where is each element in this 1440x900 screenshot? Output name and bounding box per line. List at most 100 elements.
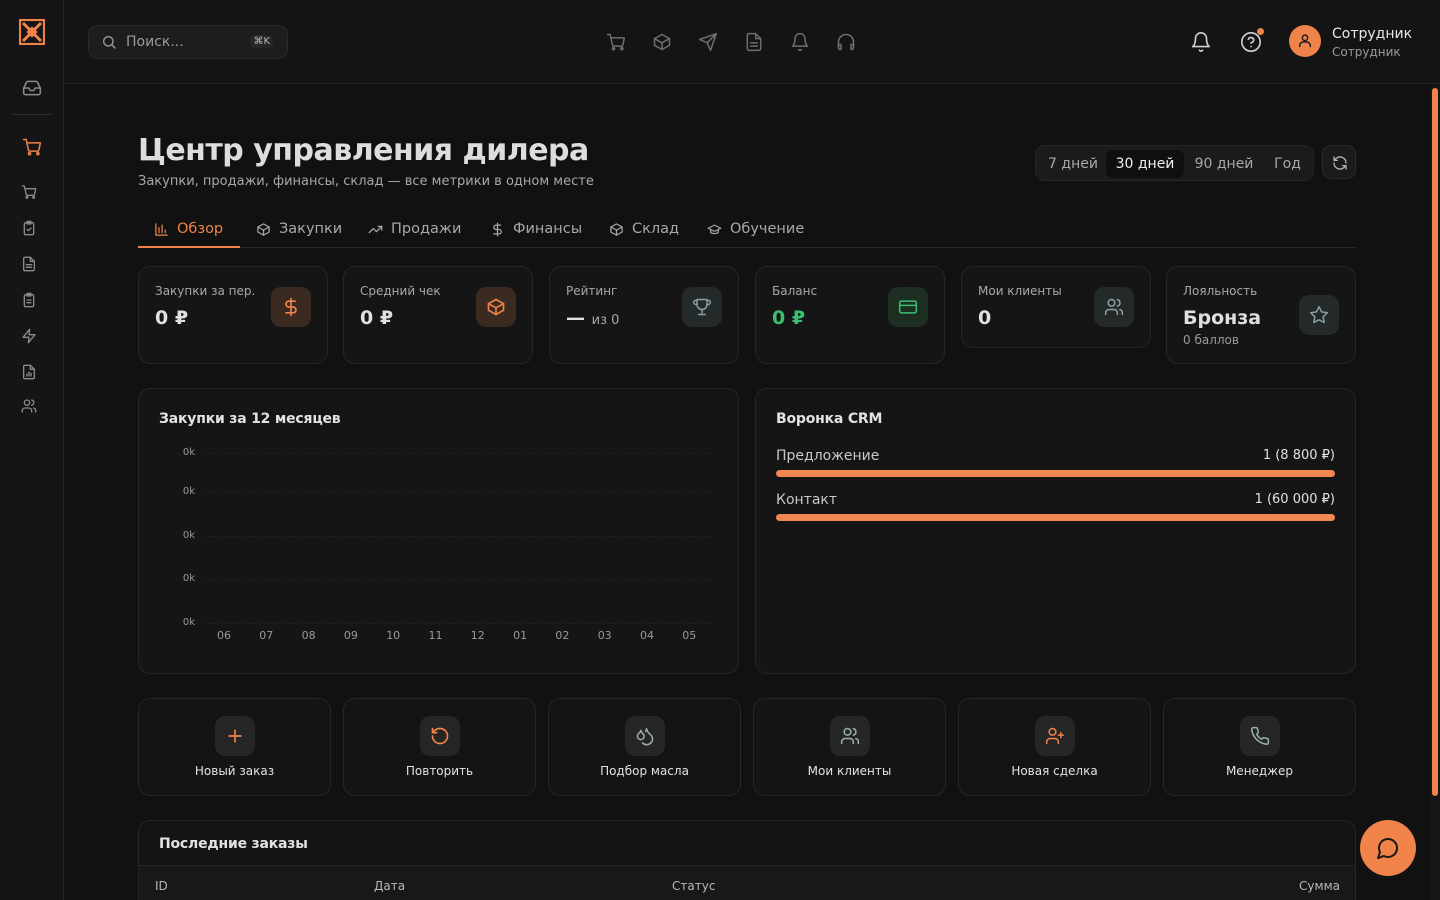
action-new-order[interactable]: Новый заказ bbox=[138, 698, 331, 796]
package-icon[interactable] bbox=[652, 32, 672, 52]
funnel-label: Предложение bbox=[776, 448, 880, 464]
column-header-date[interactable]: Дата bbox=[374, 879, 405, 893]
avatar[interactable] bbox=[1289, 25, 1321, 57]
funnel-bar bbox=[776, 470, 1335, 477]
trophy-icon bbox=[692, 298, 712, 316]
x-tick-label: 06 bbox=[217, 629, 231, 642]
period-7-days[interactable]: 7 дней bbox=[1040, 150, 1106, 178]
action-label: Новая сделка bbox=[1011, 764, 1098, 778]
gridline bbox=[203, 579, 711, 580]
tab-warehouse[interactable]: Склад bbox=[609, 210, 679, 248]
search-placeholder: Поиск... bbox=[126, 34, 184, 50]
x-tick-label: 03 bbox=[597, 629, 612, 642]
stat-value: 0 ₽ bbox=[772, 307, 806, 329]
clipboard-check-icon[interactable] bbox=[21, 220, 37, 236]
stat-icon-box bbox=[476, 287, 516, 327]
period-30-days[interactable]: 30 дней bbox=[1106, 150, 1184, 178]
stat-icon-box bbox=[682, 287, 722, 327]
x-tick-label: 02 bbox=[555, 629, 570, 642]
action-icon-box bbox=[420, 716, 460, 756]
x-tick-label: 10 bbox=[386, 629, 401, 642]
headphones-icon[interactable] bbox=[836, 32, 856, 52]
orders-title: Последние заказы bbox=[159, 836, 308, 852]
stat-card-purchases[interactable]: Закупки за пер... 0 ₽ bbox=[138, 266, 328, 364]
dollar-icon bbox=[285, 297, 297, 317]
stat-card-loyalty[interactable]: Лояльность Бронза 0 баллов bbox=[1166, 266, 1356, 364]
stat-label: Мои клиенты bbox=[978, 284, 1062, 298]
file-chart-icon[interactable] bbox=[21, 364, 37, 380]
users-icon[interactable] bbox=[21, 398, 37, 414]
cart-icon[interactable] bbox=[21, 184, 37, 200]
x-tick-label: 12 bbox=[470, 629, 485, 642]
action-label: Мои клиенты bbox=[807, 764, 892, 778]
action-oil-selection[interactable]: Подбор масла bbox=[548, 698, 741, 796]
stat-value: — из 0 bbox=[566, 307, 619, 329]
period-year[interactable]: Год bbox=[1264, 150, 1311, 178]
gridline bbox=[203, 623, 711, 624]
x-tick-label: 11 bbox=[428, 629, 443, 642]
period-90-days[interactable]: 90 дней bbox=[1186, 150, 1262, 178]
zap-icon[interactable] bbox=[21, 328, 37, 344]
action-label: Новый заказ bbox=[194, 764, 275, 778]
repeat-icon bbox=[431, 727, 449, 745]
cart-icon[interactable] bbox=[22, 137, 42, 157]
graduation-cap-icon bbox=[707, 224, 722, 234]
action-label: Повторить bbox=[405, 764, 474, 778]
stat-icon-box bbox=[888, 287, 928, 327]
trending-up-icon bbox=[368, 225, 383, 233]
chart-title: Закупки за 12 месяцев bbox=[159, 411, 341, 427]
phone-icon bbox=[1251, 726, 1270, 745]
y-tick-label: 0k bbox=[182, 617, 195, 628]
user-icon bbox=[1298, 34, 1312, 48]
user-role: Сотрудник bbox=[1332, 45, 1401, 59]
funnel-value: 1 (8 800 ₽) bbox=[1262, 448, 1335, 463]
stat-card-rating[interactable]: Рейтинг — из 0 bbox=[549, 266, 739, 364]
column-header-status[interactable]: Статус bbox=[672, 879, 715, 893]
refresh-button[interactable] bbox=[1322, 145, 1356, 179]
action-repeat[interactable]: Повторить bbox=[343, 698, 536, 796]
users-icon bbox=[840, 727, 860, 745]
tab-overview[interactable]: Обзор bbox=[154, 210, 223, 248]
tab-training[interactable]: Обучение bbox=[707, 210, 804, 248]
chat-button[interactable] bbox=[1360, 820, 1416, 876]
stat-icon-box bbox=[271, 287, 311, 327]
plus-icon bbox=[228, 729, 242, 743]
orders-table-header: ID Дата Статус Сумма bbox=[139, 865, 1355, 900]
tab-purchases[interactable]: Закупки bbox=[256, 210, 342, 248]
file-text-icon[interactable] bbox=[744, 32, 764, 52]
tab-finance[interactable]: Финансы bbox=[490, 210, 582, 248]
send-icon[interactable] bbox=[698, 32, 718, 52]
logo-icon[interactable] bbox=[19, 19, 45, 45]
bell-icon[interactable] bbox=[790, 32, 810, 52]
x-tick-label: 05 bbox=[682, 629, 697, 642]
stat-value-suffix: из 0 bbox=[591, 313, 620, 328]
tab-label: Продажи bbox=[391, 221, 462, 237]
stat-card-balance[interactable]: Баланс 0 ₽ bbox=[755, 266, 945, 364]
action-icon-box bbox=[625, 716, 665, 756]
column-header-id[interactable]: ID bbox=[155, 879, 168, 893]
scrollbar-thumb[interactable] bbox=[1432, 88, 1438, 796]
search-icon bbox=[103, 36, 116, 49]
sidebar-divider bbox=[12, 114, 52, 115]
y-tick-label: 0k bbox=[182, 530, 195, 541]
column-header-amount[interactable]: Сумма bbox=[1299, 879, 1340, 893]
notifications-bell-icon[interactable] bbox=[1190, 31, 1212, 53]
y-tick-label: 0k bbox=[182, 486, 195, 497]
stat-label: Рейтинг bbox=[566, 284, 618, 298]
action-my-clients[interactable]: Мои клиенты bbox=[753, 698, 946, 796]
clipboard-list-icon[interactable] bbox=[21, 292, 37, 308]
tab-sales[interactable]: Продажи bbox=[368, 210, 461, 248]
action-new-deal[interactable]: Новая сделка bbox=[958, 698, 1151, 796]
stat-card-average-check[interactable]: Средний чек 0 ₽ bbox=[343, 266, 533, 364]
action-manager[interactable]: Менеджер bbox=[1163, 698, 1356, 796]
inbox-icon[interactable] bbox=[22, 78, 42, 98]
tab-label: Финансы bbox=[513, 221, 583, 237]
purchases-chart-panel: Закупки за 12 месяцев 0k 0k 0k 0k 0k 06 07 08 09… bbox=[138, 388, 739, 674]
file-text-icon[interactable] bbox=[21, 256, 37, 272]
gridline bbox=[203, 453, 711, 454]
cart-icon[interactable] bbox=[606, 32, 626, 52]
search-input[interactable]: Поиск... ⌘K bbox=[88, 25, 288, 59]
stat-card-clients[interactable]: Мои клиенты 0 bbox=[961, 266, 1151, 348]
user-plus-icon bbox=[1045, 727, 1065, 745]
user-name[interactable]: Сотрудник bbox=[1332, 26, 1412, 42]
